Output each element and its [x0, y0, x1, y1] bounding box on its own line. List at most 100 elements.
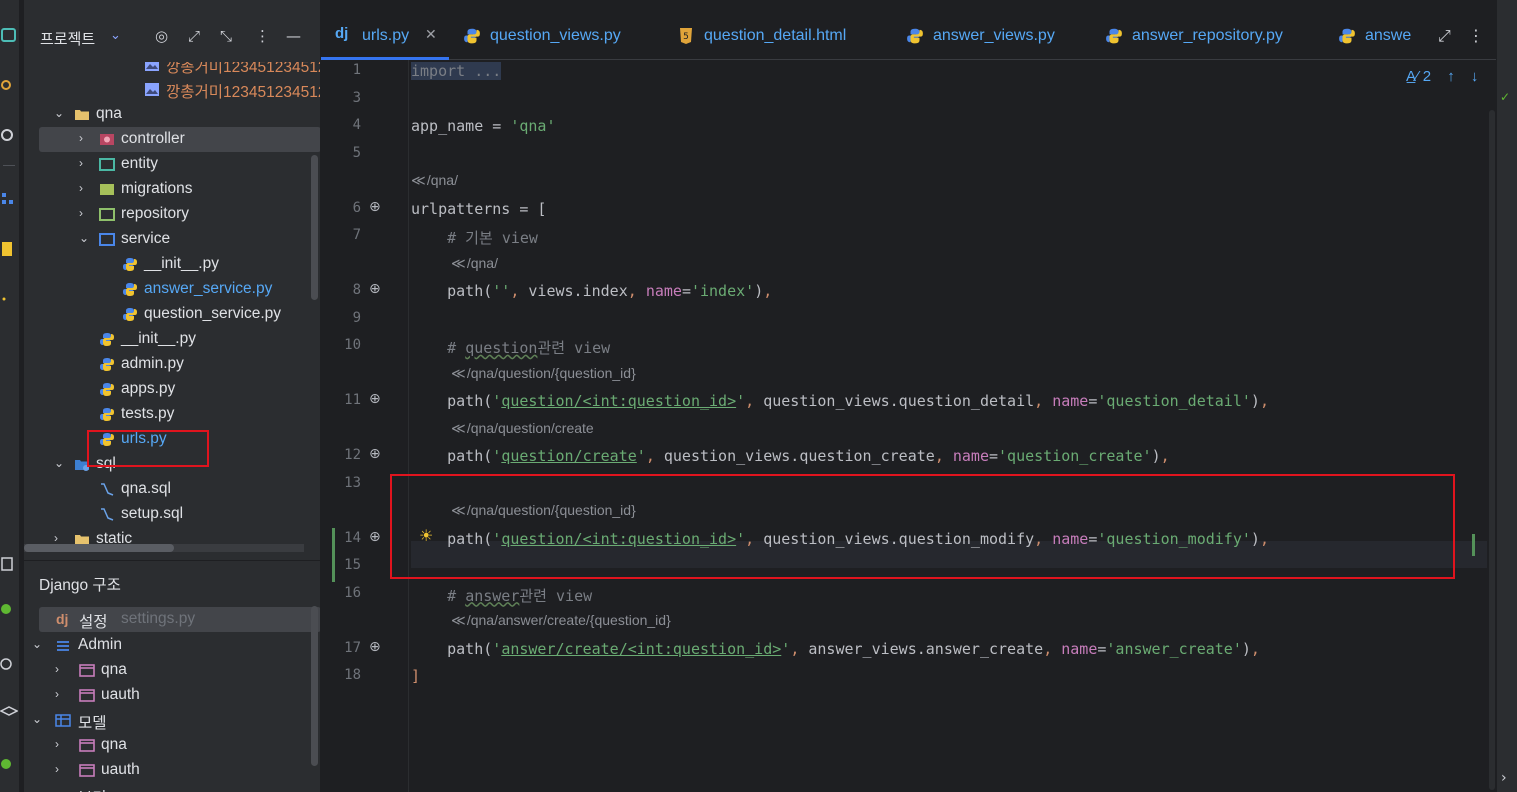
layers-icon[interactable] [0, 705, 18, 723]
chevron-right-icon[interactable]: › [54, 531, 58, 545]
chevron-down-icon[interactable]: ⌄ [54, 456, 64, 470]
tab-question-views-py[interactable]: question_views.py [449, 10, 663, 60]
tree-item-1234512345123[interactable]: 깡총거미1234512345123 [24, 62, 320, 77]
django-group-1[interactable]: ⌄ 모델 [24, 708, 320, 733]
chevron-down-icon[interactable]: ⌄ [32, 712, 42, 726]
endpoint-globe-icon[interactable]: ⊕ [369, 391, 381, 407]
tree-item-controller[interactable]: › controller [39, 127, 320, 152]
editor-scrollbar[interactable] [1487, 60, 1496, 792]
project-tree-horizontal-scrollbar[interactable] [24, 544, 304, 552]
python-console-icon[interactable] [0, 655, 18, 673]
code-line[interactable]: ] [411, 667, 420, 685]
tab-question-detail-html[interactable]: 5 question_detail.html [663, 10, 892, 60]
chevron-down-icon[interactable]: ⌄ [110, 28, 121, 43]
endpoint-url-hint[interactable]: ≪ /qna/answer/create/{question_id} [451, 612, 671, 629]
tree-item-question-service-py[interactable]: question_service.py [24, 302, 320, 327]
tree-item-setup-sql[interactable]: setup.sql [24, 502, 320, 527]
expand-right-icon[interactable]: › [1501, 770, 1507, 786]
endpoint-globe-icon[interactable]: ⊕ [369, 446, 381, 462]
next-highlight-icon[interactable]: ↓ [1471, 68, 1479, 85]
django-views-group[interactable]: › 보기 [24, 783, 320, 792]
tree-item-service[interactable]: ⌄ service [24, 227, 320, 252]
code-editor[interactable]: import ... app_name = 'qna' ≪ /qna/urlpatt… [411, 60, 1496, 792]
django-group-0[interactable]: ⌄ Admin [24, 633, 320, 658]
inspection-widget[interactable]: A̲⁄ 2 ↑ ↓ [1406, 68, 1478, 85]
commit-icon[interactable] [0, 76, 18, 94]
endpoint-url-hint[interactable]: ≪ /qna/question/create [451, 420, 594, 437]
chevron-down-icon[interactable]: ⌄ [79, 231, 89, 245]
more-tools-icon[interactable] [0, 290, 18, 308]
django-app-uauth[interactable]: › uauth [24, 758, 320, 783]
tree-item-qna-sql[interactable]: qna.sql [24, 477, 320, 502]
project-icon[interactable] [0, 26, 18, 44]
options-kebab-icon[interactable]: ⋮ [255, 27, 270, 45]
notifications-icon[interactable]: ✓ [1500, 90, 1510, 104]
django-app-qna[interactable]: › qna [24, 658, 320, 683]
chevron-down-icon[interactable]: ⌄ [32, 637, 42, 651]
tree-item-entity[interactable]: › entity [24, 152, 320, 177]
django-panel-scrollbar[interactable] [311, 606, 318, 766]
tree-item-init-py[interactable]: __init__.py [24, 327, 320, 352]
tree-item-repository[interactable]: › repository [24, 202, 320, 227]
expand-all-icon[interactable]: ⤢ [188, 27, 200, 45]
django-app-qna[interactable]: › qna [24, 733, 320, 758]
hide-panel-icon[interactable]: — [286, 27, 301, 45]
code-line[interactable]: # 기본 view [411, 227, 538, 248]
endpoint-url-hint[interactable]: ≪ /qna/ [411, 172, 458, 189]
endpoint-url-hint[interactable]: ≪ /qna/ [451, 255, 498, 272]
code-line[interactable]: # answer관련 view [411, 585, 592, 606]
chevron-right-icon[interactable]: › [55, 687, 59, 701]
run-icon[interactable] [0, 600, 18, 618]
git-icon[interactable] [0, 126, 18, 144]
chevron-right-icon[interactable]: › [32, 787, 36, 792]
tree-item-init-py[interactable]: __init__.py [24, 252, 320, 277]
endpoint-globe-icon[interactable]: ⊕ [369, 639, 381, 655]
tree-item-tests-py[interactable]: tests.py [24, 402, 320, 427]
tree-item-qna[interactable]: ⌄ qna [24, 102, 320, 127]
services-icon[interactable] [0, 755, 18, 773]
chevron-right-icon[interactable]: › [79, 131, 83, 145]
tab-answe[interactable]: answe [1324, 10, 1414, 60]
maximize-editor-icon[interactable]: ⤢ [1438, 26, 1451, 46]
code-line[interactable]: path('answer/create/<int:question_id>', … [411, 640, 1260, 658]
project-panel-title[interactable]: 프로젝트 [40, 28, 95, 49]
django-app-uauth[interactable]: › uauth [24, 683, 320, 708]
bookmarks-icon[interactable] [0, 240, 18, 258]
endpoint-url-hint[interactable]: ≪ /qna/question/{question_id} [451, 365, 636, 382]
chevron-right-icon[interactable]: › [55, 762, 59, 776]
chevron-right-icon[interactable]: › [55, 662, 59, 676]
vcs-change-marker[interactable] [332, 527, 335, 555]
endpoint-globe-icon[interactable]: ⊕ [369, 281, 381, 297]
locate-icon[interactable]: ◎ [155, 27, 168, 45]
code-line[interactable]: path('', views.index, name='index'), [411, 282, 772, 300]
tree-item-migrations[interactable]: › migrations [24, 177, 320, 202]
chevron-down-icon[interactable]: ⌄ [54, 106, 64, 120]
code-line[interactable]: # question관련 view [411, 337, 610, 358]
collapse-all-icon[interactable]: ⤡ [220, 27, 232, 45]
tree-item-answer-service-py[interactable]: answer_service.py [24, 277, 320, 302]
tree-item-admin-py[interactable]: admin.py [24, 352, 320, 377]
close-tab-icon[interactable]: ✕ [425, 26, 437, 43]
chevron-right-icon[interactable]: › [79, 156, 83, 170]
line-number-gutter[interactable]: 1 3 4 5 6 ⊕ 7 8 ⊕ 9 10 11 ⊕ 12 ⊕ 13 14 ⊕ 15 16 17 ⊕ 18 [321, 60, 409, 792]
code-line[interactable]: app_name = 'qna' [411, 117, 556, 135]
code-line[interactable]: urlpatterns = [ [411, 200, 546, 218]
chevron-right-icon[interactable]: › [55, 737, 59, 751]
code-line[interactable]: path('question/create', question_views.q… [411, 447, 1170, 465]
terminal-icon[interactable] [0, 555, 18, 573]
tree-item-1234512345123[interactable]: 깡총거미1234512345123 [24, 77, 320, 102]
tab-answer-repository-py[interactable]: answer_repository.py [1091, 10, 1324, 60]
endpoint-globe-icon[interactable]: ⊕ [369, 529, 381, 545]
tab-urls-py[interactable]: dj urls.py ✕ [321, 10, 449, 60]
chevron-right-icon[interactable]: › [79, 181, 83, 195]
tree-item-apps-py[interactable]: apps.py [24, 377, 320, 402]
chevron-right-icon[interactable]: › [79, 206, 83, 220]
code-line[interactable]: path('question/<int:question_id>', quest… [411, 392, 1269, 410]
endpoint-globe-icon[interactable]: ⊕ [369, 199, 381, 215]
vcs-change-marker[interactable] [332, 555, 335, 582]
code-line[interactable]: import ... [411, 62, 502, 80]
previous-highlight-icon[interactable]: ↑ [1447, 68, 1455, 85]
django-settings-row[interactable]: dj 설정 settings.py [39, 607, 320, 632]
project-tree-scrollbar[interactable] [311, 155, 318, 300]
tab-answer-views-py[interactable]: answer_views.py [892, 10, 1091, 60]
